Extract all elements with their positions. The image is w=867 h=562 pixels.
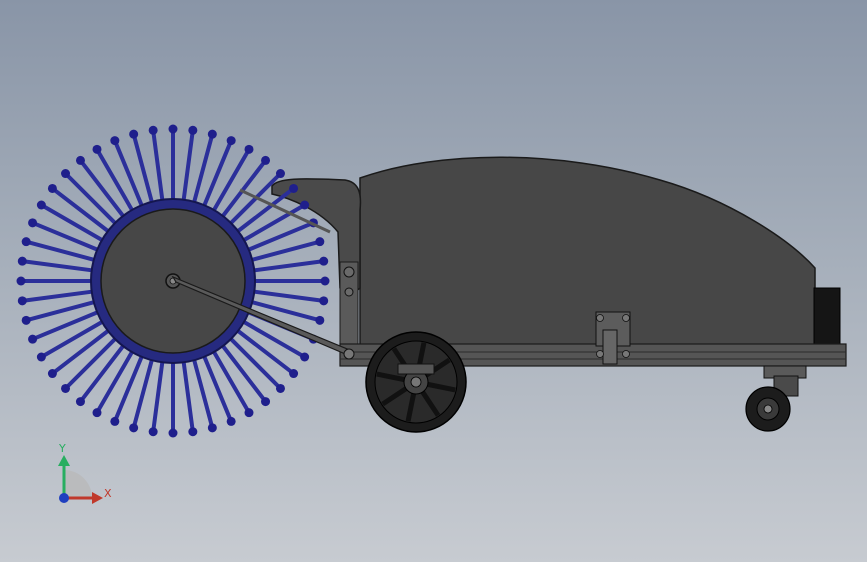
bristle-tip	[319, 296, 329, 306]
bristle-tip	[129, 423, 139, 433]
y-axis-arrow-icon	[58, 455, 70, 466]
bracket-bolt-upper	[343, 266, 355, 278]
bristle-tip	[148, 427, 158, 437]
bristle-tip	[300, 352, 310, 362]
bristle-tip	[207, 423, 217, 433]
front-wheel[interactable]	[365, 331, 467, 433]
bristle-tip	[110, 416, 120, 426]
model-view[interactable]	[0, 0, 867, 562]
bristle-tip	[75, 397, 85, 407]
bristle-tip	[47, 369, 57, 379]
bristle-tip	[61, 383, 71, 393]
bristle-tip	[275, 169, 285, 179]
wheel-axle-mount	[397, 363, 435, 375]
bristle	[181, 128, 195, 206]
rear-block[interactable]	[813, 287, 841, 345]
bristle	[20, 289, 98, 303]
bristle	[248, 259, 326, 273]
bristle-tip	[289, 369, 299, 379]
z-axis-icon	[59, 493, 69, 503]
bristle-tip	[47, 183, 57, 193]
bristle-tip	[92, 408, 102, 418]
bristle-tip	[110, 136, 120, 146]
x-axis-label: X	[104, 487, 112, 500]
bristle-tip	[61, 169, 71, 179]
bristle-tip	[129, 129, 139, 139]
bristle-tip	[92, 144, 102, 154]
bristle-tip	[261, 397, 271, 407]
bristle-tip	[36, 200, 46, 210]
bristle-tip	[261, 155, 271, 165]
machine-body-shell[interactable]	[359, 156, 816, 346]
bristle-tip	[244, 144, 254, 154]
bristle-tip	[21, 315, 31, 325]
bristle-tip	[275, 383, 285, 393]
bristle-tip	[226, 416, 236, 426]
bristle-tip	[188, 427, 198, 437]
bristle-tip	[300, 200, 310, 210]
bristle-tip	[289, 183, 299, 193]
bristle	[181, 356, 195, 434]
bristle-tip	[36, 352, 46, 362]
rear-caster[interactable]	[745, 365, 807, 432]
bristle-tip	[207, 129, 217, 139]
x-axis-arrow-icon	[92, 492, 103, 504]
graphics-area[interactable]: Y X	[0, 0, 867, 562]
bristle-tip	[28, 334, 38, 344]
bristle-tip	[168, 428, 178, 438]
bristle-tip	[315, 315, 325, 325]
bristle-tip	[320, 276, 330, 286]
bristle-tip	[226, 136, 236, 146]
coordinate-triad: Y X	[58, 442, 112, 504]
bristle-tip	[148, 125, 158, 135]
bristle-tip	[244, 408, 254, 418]
bristle-tip	[315, 237, 325, 247]
bristle	[151, 356, 165, 434]
bristle-tip	[168, 124, 178, 134]
arm-pivot	[343, 348, 355, 360]
bristle-tip	[188, 125, 198, 135]
bristle-tip	[75, 155, 85, 165]
bristle-tip	[319, 256, 329, 266]
bristle-tip	[16, 276, 26, 286]
bracket-bolt-lower	[344, 287, 354, 297]
bristle	[151, 128, 165, 206]
center-latch[interactable]	[595, 311, 631, 365]
bristle-tip	[17, 256, 27, 266]
bristle-tip	[17, 296, 27, 306]
bristle	[20, 259, 98, 273]
bristle-tip	[28, 218, 38, 228]
bristle-tip	[21, 237, 31, 247]
y-axis-label: Y	[58, 442, 66, 455]
bristle	[248, 289, 326, 303]
triad-xy-quadrant	[64, 470, 92, 498]
